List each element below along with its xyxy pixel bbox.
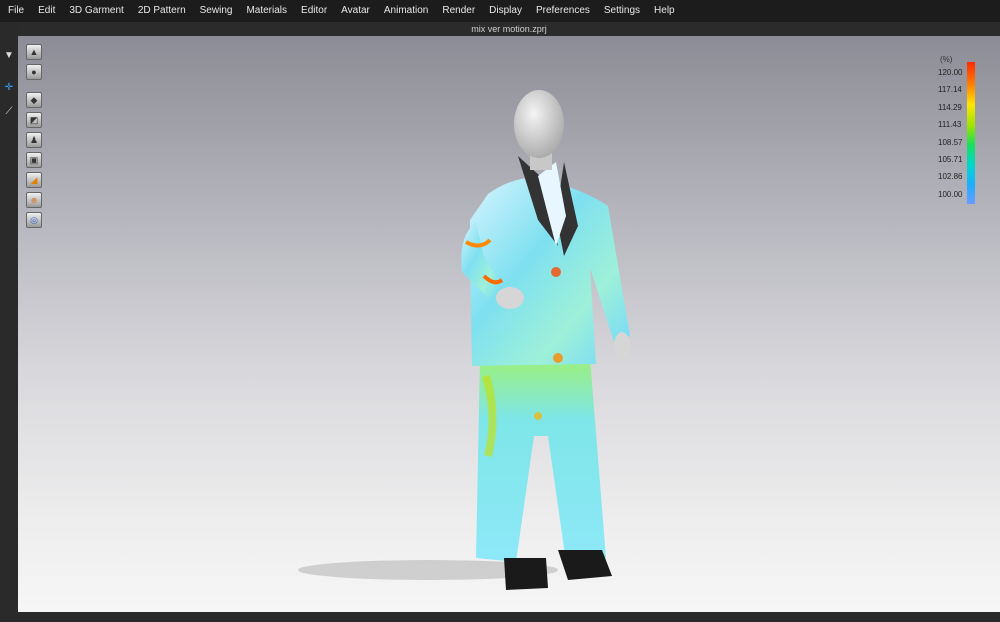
mesh-icon[interactable]: ◎ (26, 212, 42, 228)
menu-file[interactable]: File (0, 0, 31, 22)
strain-map-icon[interactable]: ◢ (26, 172, 42, 188)
move-icon[interactable]: ✛ (3, 82, 15, 94)
bottom-bar (0, 612, 1000, 622)
menu-avatar[interactable]: Avatar (334, 0, 377, 22)
legend-label: 100.00 (938, 189, 963, 199)
menu-help[interactable]: Help (647, 0, 682, 22)
menu-editor[interactable]: Editor (294, 0, 334, 22)
legend-label: 120.00 (938, 68, 963, 77)
right-hand (496, 287, 524, 309)
menu-2d-pattern[interactable]: 2D Pattern (131, 0, 193, 22)
legend-label: 108.57 (938, 137, 963, 147)
menu-animation[interactable]: Animation (377, 0, 435, 22)
legend-label: 114.29 (938, 102, 962, 112)
3d-viewport[interactable]: ▲ ● ◆ ◩ ♟ ▣ ◢ ☻ ◎ (18, 36, 1000, 612)
avatar-scene (298, 90, 630, 590)
avatar-head (514, 90, 564, 158)
legend-label: 117.14 (938, 85, 962, 95)
legend-label: 111.43 (938, 120, 962, 130)
pin-tool-icon[interactable]: ⟋ (3, 106, 15, 118)
legend-unit: (%) (940, 55, 953, 64)
menu-bar: File Edit 3D Garment 2D Pattern Sewing Materi… (0, 0, 1000, 22)
left-hand (614, 332, 630, 360)
menu-render[interactable]: Render (435, 0, 482, 22)
menu-sewing[interactable]: Sewing (193, 0, 240, 22)
legend-label: 105.71 (938, 155, 963, 164)
strain-legend-bar (967, 62, 975, 204)
menu-settings[interactable]: Settings (597, 0, 647, 22)
menu-display[interactable]: Display (482, 0, 529, 22)
menu-edit[interactable]: Edit (31, 0, 62, 22)
left-shoe (504, 558, 548, 590)
legend-label: 102.86 (938, 172, 963, 182)
texture-icon[interactable]: ▣ (26, 152, 42, 168)
left-tool-strip: ▼ ✛ ⟋ (0, 22, 18, 622)
down-arrow-icon[interactable]: ▼ (3, 50, 15, 62)
show-pattern-icon[interactable]: ◩ (26, 112, 42, 128)
menu-preferences[interactable]: Preferences (529, 0, 597, 22)
avatar-view-icon[interactable]: ● (26, 64, 42, 80)
pants (476, 358, 606, 562)
show-garment-icon[interactable]: ◆ (26, 92, 42, 108)
garment-view-icon[interactable]: ▲ (26, 44, 42, 60)
window-title: mix ver motion.zprj (18, 22, 1000, 36)
show-avatar-icon[interactable]: ♟ (26, 132, 42, 148)
menu-materials[interactable]: Materials (239, 0, 294, 22)
avatar-skin-icon[interactable]: ☻ (26, 192, 42, 208)
menu-3d-garment[interactable]: 3D Garment (62, 0, 130, 22)
